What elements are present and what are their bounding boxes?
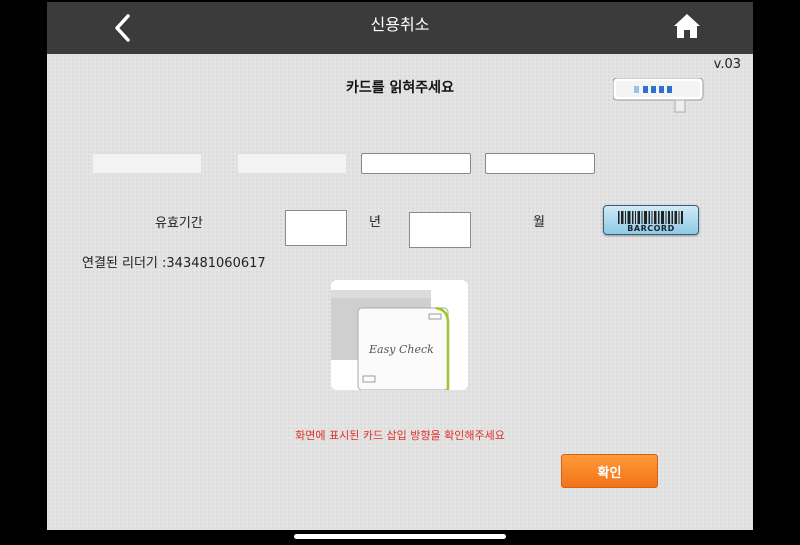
barcode-button[interactable]: BARCORD: [603, 205, 699, 235]
home-button[interactable]: [669, 8, 705, 44]
chevron-left-icon: [115, 14, 130, 42]
card-number-field-4[interactable]: [485, 153, 595, 174]
card-insert-image: Easy Check: [331, 280, 468, 391]
expiry-label: 유효기간: [155, 216, 203, 231]
confirm-button[interactable]: 확인: [561, 454, 658, 488]
version-label: v.03: [713, 57, 741, 72]
expiry-month-input[interactable]: [409, 212, 471, 248]
barcode-label: BARCORD: [627, 224, 675, 233]
insert-direction-notice: 화면에 표시된 카드 삽입 방향을 확인해주세요: [295, 429, 505, 442]
expiry-year-input[interactable]: [285, 210, 347, 246]
month-label: 월: [533, 215, 545, 230]
home-icon: [674, 14, 700, 38]
screen: 신용취소 v.03 카드를 읽혀주세요 유효기간 년 월 BARCORD 연결된…: [47, 2, 753, 530]
home-indicator[interactable]: [294, 534, 506, 539]
year-label: 년: [369, 215, 381, 230]
card-reader-icon: [612, 77, 705, 114]
svg-text:Easy Check: Easy Check: [368, 343, 434, 356]
header-bar: 신용취소: [47, 2, 753, 54]
card-number-field-1[interactable]: [92, 153, 202, 174]
back-button[interactable]: [105, 10, 141, 46]
card-number-field-2[interactable]: [237, 153, 347, 174]
card-number-field-3[interactable]: [361, 153, 471, 174]
page-title: 신용취소: [370, 15, 430, 34]
connected-reader-label: 연결된 리더기 :343481060617: [82, 256, 266, 271]
